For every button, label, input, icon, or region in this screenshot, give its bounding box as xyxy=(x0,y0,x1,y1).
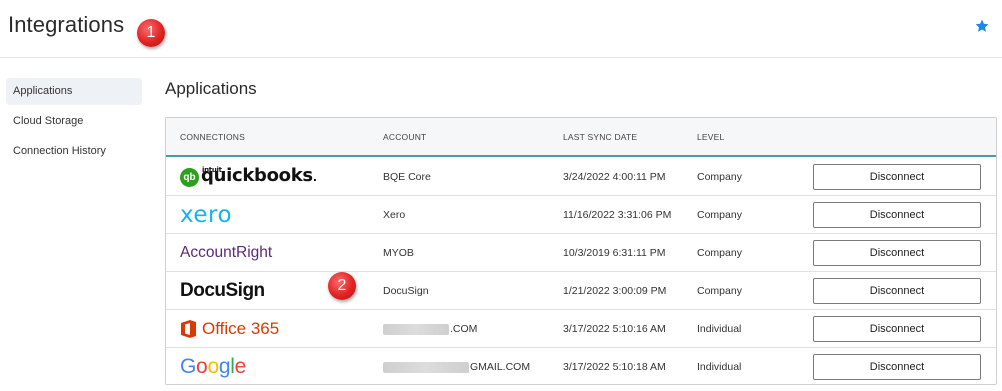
connections-table: CONNECTIONS ACCOUNT LAST SYNC DATE LEVEL… xyxy=(165,117,997,385)
office-icon xyxy=(181,320,196,338)
google-logo: Google xyxy=(180,348,380,386)
column-header-account: ACCOUNT xyxy=(383,132,427,142)
table-row: qb intuit quickbooks. BQE Core 3/24/2022… xyxy=(166,158,996,196)
last-sync-cell: 11/16/2022 3:31:06 PM xyxy=(563,209,672,221)
table-row: Office 365 .COM 3/17/2022 5:10:16 AM Ind… xyxy=(166,310,996,348)
intuit-wordmark: intuit xyxy=(202,166,222,174)
column-header-connections: CONNECTIONS xyxy=(180,132,246,142)
sidebar-item-applications[interactable]: Applications xyxy=(6,78,142,105)
level-cell: Company xyxy=(697,247,742,259)
account-cell: MYOB xyxy=(383,247,414,259)
level-cell: Individual xyxy=(697,361,742,373)
section-title: Applications xyxy=(165,79,257,98)
quickbooks-icon: qb xyxy=(180,167,199,187)
office365-logo: Office 365 xyxy=(180,310,380,348)
account-cell: BQE Core xyxy=(383,171,431,183)
docusign-wordmark: DocuSign xyxy=(180,280,265,301)
last-sync-cell: 10/3/2019 6:31:11 PM xyxy=(563,247,666,259)
column-header-level: LEVEL xyxy=(697,132,725,142)
disconnect-button[interactable]: Disconnect xyxy=(813,240,981,266)
level-cell: Company xyxy=(697,285,742,297)
last-sync-cell: 1/21/2022 3:00:09 PM xyxy=(563,285,667,297)
table-row: DocuSign DocuSign 1/21/2022 3:00:09 PM C… xyxy=(166,272,996,310)
table-row: AccountRight MYOB 10/3/2019 6:31:11 PM C… xyxy=(166,234,996,272)
table-row: xero Xero 11/16/2022 3:31:06 PM Company … xyxy=(166,196,996,234)
xero-logo: xero xyxy=(180,196,380,234)
accountright-logo: AccountRight xyxy=(180,234,380,272)
account-cell: .COM xyxy=(383,310,477,348)
disconnect-button[interactable]: Disconnect xyxy=(813,164,981,190)
column-header-last-sync-date: LAST SYNC DATE xyxy=(563,132,638,142)
disconnect-button[interactable]: Disconnect xyxy=(813,202,981,228)
level-cell: Company xyxy=(697,171,742,183)
last-sync-cell: 3/17/2022 5:10:16 AM xyxy=(563,323,666,335)
accountright-wordmark: AccountRight xyxy=(180,244,273,261)
google-wordmark: Google xyxy=(180,355,246,378)
table-row: Google GMAIL.COM 3/17/2022 5:10:18 AM In… xyxy=(166,348,996,386)
level-cell: Individual xyxy=(697,323,742,335)
last-sync-cell: 3/17/2022 5:10:18 AM xyxy=(563,361,666,373)
redacted-text xyxy=(383,361,469,373)
xero-wordmark: xero xyxy=(180,202,233,228)
account-cell: GMAIL.COM xyxy=(383,348,530,386)
star-icon[interactable] xyxy=(974,18,990,34)
redacted-text xyxy=(383,323,449,335)
sidebar-item-connection-history[interactable]: Connection History xyxy=(6,138,142,165)
disconnect-button[interactable]: Disconnect xyxy=(813,278,981,304)
table-header: CONNECTIONS ACCOUNT LAST SYNC DATE LEVEL xyxy=(166,118,996,157)
disconnect-button[interactable]: Disconnect xyxy=(813,354,981,380)
level-cell: Company xyxy=(697,209,742,221)
quickbooks-logo: qb intuit quickbooks. xyxy=(180,158,380,196)
page-title: Integrations xyxy=(8,12,125,37)
disconnect-button[interactable]: Disconnect xyxy=(813,316,981,342)
callout-badge-1: 1 xyxy=(137,19,165,47)
office365-wordmark: Office 365 xyxy=(202,319,280,338)
account-cell: DocuSign xyxy=(383,285,429,297)
callout-badge-2: 2 xyxy=(328,272,356,300)
sidebar-item-cloud-storage[interactable]: Cloud Storage xyxy=(6,108,142,135)
last-sync-cell: 3/24/2022 4:00:11 PM xyxy=(563,171,666,183)
account-cell: Xero xyxy=(383,209,406,221)
